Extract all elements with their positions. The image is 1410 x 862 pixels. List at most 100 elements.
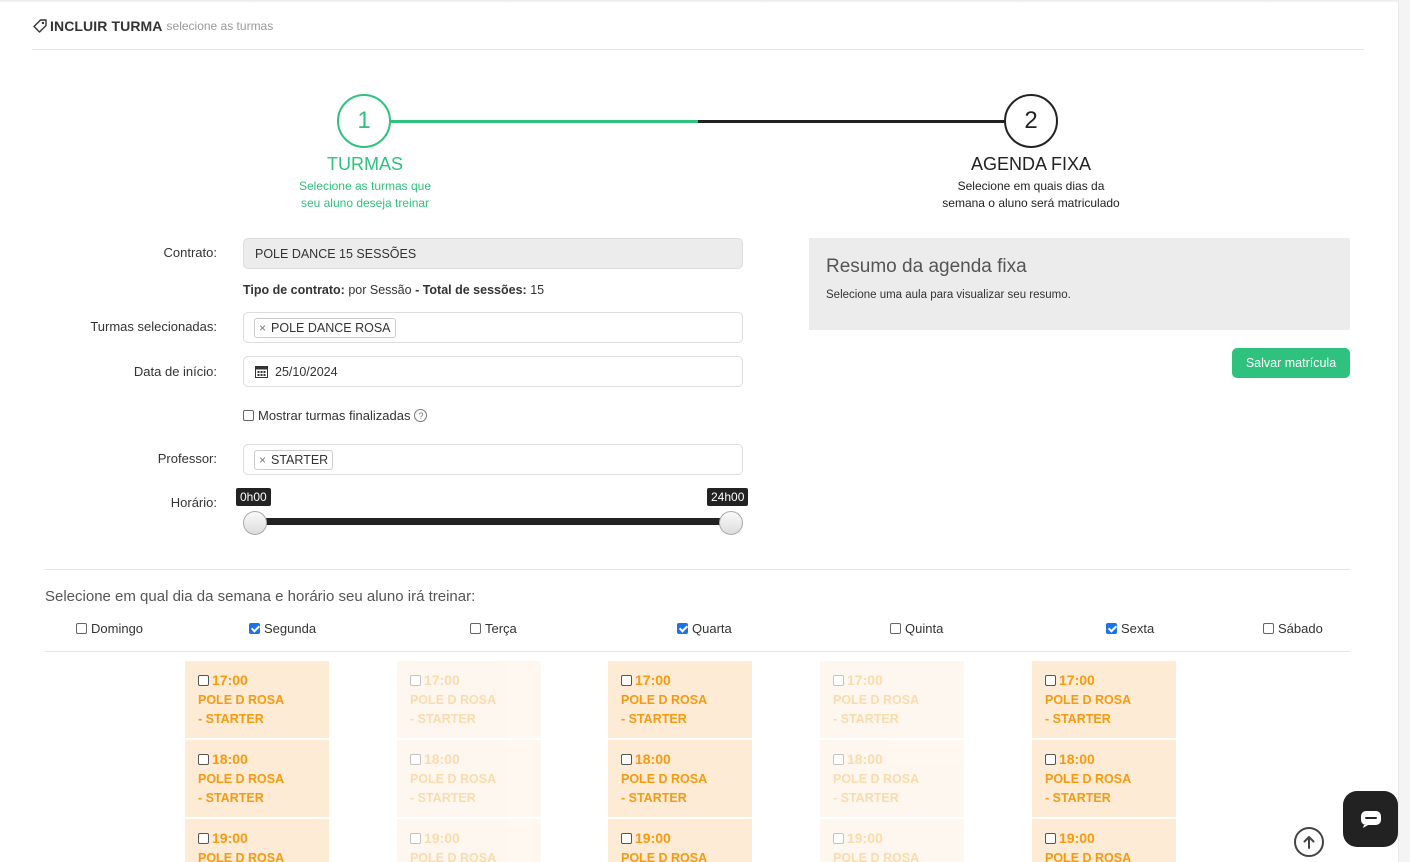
class-name: POLE D ROSA <box>833 693 920 707</box>
class-checkbox <box>833 674 844 686</box>
total-label: Total de sessões: <box>422 283 527 297</box>
day-domingo: Domingo <box>76 621 143 636</box>
chip-remove-icon[interactable]: × <box>259 453 266 467</box>
professor-chip: × STARTER <box>254 449 334 470</box>
class-card-disabled: 19:00 POLE D ROSA- STARTER <box>397 819 541 862</box>
class-professor: - STARTER <box>833 712 899 726</box>
class-time: 18:00 <box>635 751 671 767</box>
class-card[interactable]: 17:00 POLE D ROSA - STARTER <box>608 661 752 738</box>
class-professor: - STARTER <box>198 791 264 805</box>
day-domingo-label: Domingo <box>91 621 144 636</box>
step-1-description: Selecione as turmas que seu aluno deseja… <box>235 178 495 212</box>
day-domingo-checkbox[interactable] <box>76 623 87 634</box>
day-terca: Terça <box>470 621 517 636</box>
class-card-disabled: 19:00 POLE D ROSA- STARTER <box>820 819 964 862</box>
class-card[interactable]: 19:00 POLE D ROSA- STARTER <box>608 819 752 862</box>
tipo-label: Tipo de contrato: <box>243 283 345 297</box>
turmas-select[interactable]: × POLE DANCE ROSA <box>243 312 743 343</box>
class-name: POLE D ROSA <box>621 851 708 862</box>
step-2-desc-line2: semana o aluno será matriculado <box>942 196 1120 210</box>
day-quinta: Quinta <box>890 621 943 636</box>
scroll-to-top-button[interactable] <box>1294 827 1324 857</box>
class-professor: - STARTER <box>1045 712 1111 726</box>
chip-remove-icon[interactable]: × <box>259 321 266 335</box>
contrato-field: POLE DANCE 15 SESSÕES <box>243 238 743 269</box>
horario-min-tooltip: 0h00 <box>236 488 271 506</box>
class-checkbox[interactable] <box>621 753 632 765</box>
class-checkbox[interactable] <box>1045 753 1056 765</box>
total-value: 15 <box>530 283 545 297</box>
page-subtitle: selecione as turmas <box>166 19 274 33</box>
class-professor: - STARTER <box>1045 791 1111 805</box>
day-terca-label: Terça <box>485 621 517 636</box>
class-card-disabled: 17:00 POLE D ROSA - STARTER <box>397 661 541 738</box>
help-icon[interactable]: ? <box>414 409 428 422</box>
step-2-circle[interactable]: 2 <box>1004 94 1058 148</box>
horario-slider-min-handle[interactable] <box>243 511 267 535</box>
class-time: 17:00 <box>847 672 883 688</box>
class-checkbox[interactable] <box>1045 674 1056 686</box>
contrato-label: Contrato: <box>163 245 217 260</box>
calendar-icon <box>255 366 268 378</box>
top-shadow <box>0 0 1398 3</box>
turma-chip: × POLE DANCE ROSA <box>254 317 396 338</box>
day-quarta-label: Quarta <box>692 621 732 636</box>
class-time: 17:00 <box>424 672 460 688</box>
class-checkbox <box>410 753 421 765</box>
class-checkbox[interactable] <box>198 753 209 765</box>
class-card-disabled: 18:00 POLE D ROSA - STARTER <box>397 740 541 817</box>
save-enrollment-button[interactable]: Salvar matrícula <box>1232 348 1350 378</box>
class-name: POLE D ROSA <box>198 851 285 862</box>
turma-chip-label: POLE DANCE ROSA <box>271 320 391 335</box>
class-checkbox[interactable] <box>198 832 209 844</box>
day-sabado-label: Sábado <box>1278 621 1323 636</box>
data-inicio-input[interactable]: 25/10/2024 <box>243 356 743 387</box>
horario-slider-track[interactable] <box>255 518 731 525</box>
scrollbar[interactable] <box>1398 0 1410 862</box>
horario-slider-max-handle[interactable] <box>719 511 743 535</box>
class-time: 18:00 <box>1059 751 1095 767</box>
day-terca-checkbox[interactable] <box>470 623 481 634</box>
class-card[interactable]: 18:00 POLE D ROSA - STARTER <box>185 740 329 817</box>
professor-chip-label: STARTER <box>271 452 329 467</box>
info-separator: - <box>415 283 420 297</box>
page-header: INCLUIR TURMA selecione as turmas <box>32 15 273 37</box>
step-1-circle[interactable]: 1 <box>337 94 391 148</box>
summary-text: Selecione uma aula para visualizar seu r… <box>826 289 1071 301</box>
class-card[interactable]: 19:00 POLE D ROSA- STARTER <box>1032 819 1176 862</box>
class-name: POLE D ROSA <box>833 851 920 862</box>
professor-select[interactable]: × STARTER <box>243 444 743 475</box>
chat-icon <box>1360 811 1381 828</box>
class-card[interactable]: 18:00 POLE D ROSA - STARTER <box>608 740 752 817</box>
class-time: 17:00 <box>1059 672 1095 688</box>
day-quinta-label: Quinta <box>905 621 944 636</box>
class-checkbox[interactable] <box>198 674 209 686</box>
class-card[interactable]: 17:00 POLE D ROSA - STARTER <box>185 661 329 738</box>
step-1-desc-line1: Selecione as turmas que <box>298 179 432 193</box>
class-time: 19:00 <box>635 830 671 846</box>
days-divider <box>45 651 1350 652</box>
day-quinta-checkbox[interactable] <box>890 623 901 634</box>
class-card[interactable]: 19:00 POLE D ROSA- STARTER <box>185 819 329 862</box>
class-checkbox[interactable] <box>1045 832 1056 844</box>
mostrar-finalizadas-label: Mostrar turmas finalizadas <box>258 408 411 423</box>
class-checkbox[interactable] <box>621 832 632 844</box>
day-sabado-checkbox[interactable] <box>1263 623 1274 634</box>
class-checkbox[interactable] <box>621 674 632 686</box>
chat-button[interactable] <box>1343 791 1398 847</box>
section-divider <box>45 569 1350 570</box>
stepper-pending-line <box>698 120 1008 123</box>
day-sexta-checkbox[interactable] <box>1106 623 1117 634</box>
class-card[interactable]: 17:00 POLE D ROSA - STARTER <box>1032 661 1176 738</box>
class-name: POLE D ROSA <box>1045 851 1132 862</box>
class-name: POLE D ROSA <box>621 693 708 707</box>
class-card[interactable]: 18:00 POLE D ROSA - STARTER <box>1032 740 1176 817</box>
arrow-up-icon <box>1303 836 1315 849</box>
day-quarta: Quarta <box>677 621 732 636</box>
day-quarta-checkbox[interactable] <box>677 623 688 634</box>
day-sabado: Sábado <box>1263 621 1323 636</box>
class-name: POLE D ROSA <box>621 772 708 786</box>
day-segunda-checkbox[interactable] <box>249 623 260 634</box>
day-segunda-label: Segunda <box>264 621 317 636</box>
mostrar-finalizadas-checkbox[interactable] <box>243 410 254 421</box>
